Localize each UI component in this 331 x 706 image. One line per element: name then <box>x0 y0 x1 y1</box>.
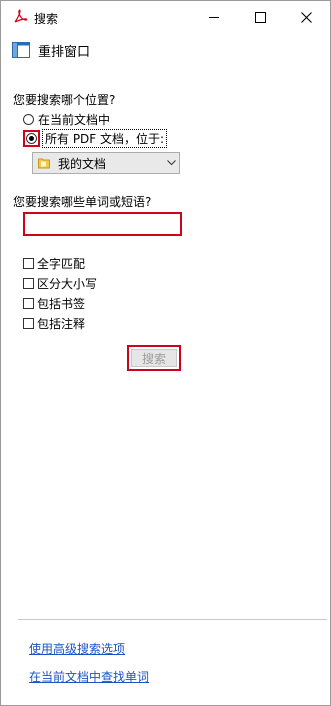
chevron-down-icon[interactable] <box>163 160 179 166</box>
search-button-highlight: 搜索 <box>127 345 181 371</box>
search-input[interactable] <box>23 212 182 236</box>
option-case-sensitive[interactable]: 区分大小写 <box>23 274 97 292</box>
acrobat-icon <box>14 9 28 23</box>
include-bookmarks-label: 包括书签 <box>37 296 86 311</box>
include-comments-label: 包括注释 <box>37 316 86 331</box>
folder-icon <box>38 158 50 169</box>
radio-all-pdf-label: 所有 PDF 文档，位于: <box>42 128 168 148</box>
case-sensitive-checkbox[interactable] <box>23 277 34 289</box>
option-include-comments[interactable]: 包括注释 <box>23 314 85 332</box>
close-icon <box>300 12 312 23</box>
include-bookmarks-checkbox[interactable] <box>23 297 34 309</box>
title-bar: 搜索 <box>1 1 330 34</box>
radio-current-document[interactable]: 在当前文档中 <box>23 111 110 127</box>
arrange-windows-label: 重排窗口 <box>38 44 91 60</box>
arrange-windows-button[interactable]: 重排窗口 <box>12 41 91 60</box>
maximize-button[interactable] <box>237 1 283 34</box>
window-title: 搜索 <box>34 12 59 26</box>
minimize-icon <box>209 17 219 18</box>
whole-word-label: 全字匹配 <box>37 256 86 271</box>
option-whole-word[interactable]: 全字匹配 <box>23 254 85 272</box>
case-sensitive-label: 区分大小写 <box>37 276 98 291</box>
include-comments-checkbox[interactable] <box>23 317 34 329</box>
divider <box>18 619 327 620</box>
search-button[interactable]: 搜索 <box>131 349 177 367</box>
close-button[interactable] <box>283 1 329 34</box>
advanced-search-link[interactable]: 使用高级搜索选项 <box>29 640 125 657</box>
radio-all-pdf-documents[interactable]: 所有 PDF 文档，位于: <box>23 128 168 148</box>
radio-current-document-circle[interactable] <box>23 113 34 125</box>
radio-current-document-label: 在当前文档中 <box>38 112 111 127</box>
radio-all-pdf-circle[interactable] <box>26 132 37 144</box>
radio-all-pdf-highlight <box>23 129 40 147</box>
location-question: 您要搜索哪个位置? <box>13 93 116 107</box>
minimize-button[interactable] <box>191 1 237 34</box>
arrange-windows-icon <box>12 42 30 58</box>
maximize-icon <box>254 12 266 23</box>
folder-dropdown[interactable]: 我的文档 <box>32 152 180 174</box>
query-question: 您要搜索哪些单词或短语? <box>13 195 152 209</box>
find-in-document-link[interactable]: 在当前文档中查找单词 <box>29 668 149 685</box>
folder-dropdown-value: 我的文档 <box>58 156 107 171</box>
search-window: 搜索 重排窗口 您要搜索哪个位置? 在当前文档中 所有 PDF 文档，位于: 我… <box>0 0 331 706</box>
option-include-bookmarks[interactable]: 包括书签 <box>23 294 85 312</box>
whole-word-checkbox[interactable] <box>23 257 34 269</box>
